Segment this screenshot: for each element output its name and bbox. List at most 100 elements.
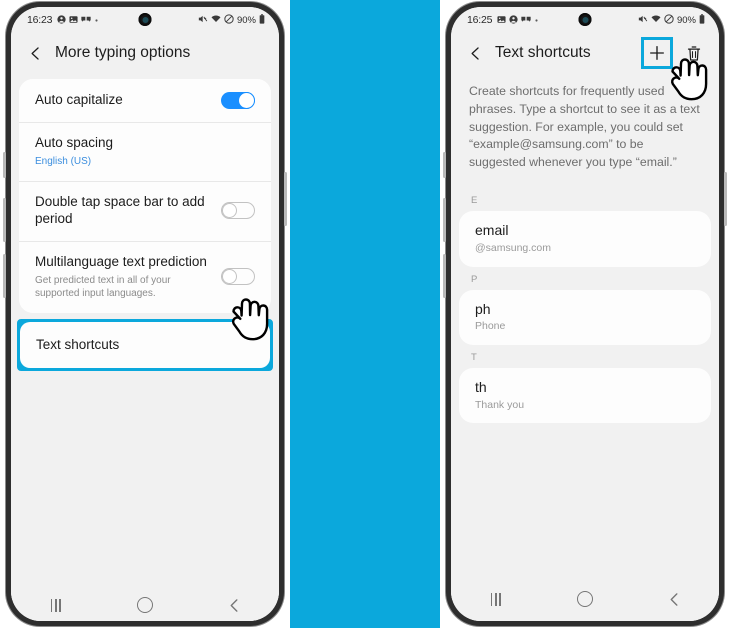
- shortcuts-description: Create shortcuts for frequently used phr…: [451, 73, 719, 189]
- app-bar-actions: [641, 37, 709, 69]
- do-not-disturb-icon: [224, 14, 234, 26]
- back-button[interactable]: [646, 584, 702, 614]
- setting-row-multilanguage-prediction[interactable]: Multilanguage text prediction Get predic…: [19, 240, 271, 313]
- phone-power-button: [284, 172, 287, 226]
- shortcut-expansion: @samsung.com: [475, 241, 552, 254]
- shortcut-item-email[interactable]: email @samsung.com: [459, 211, 711, 267]
- wifi-icon: [211, 14, 221, 26]
- wifi-icon: [651, 14, 661, 26]
- setting-title: Double tap space bar to add period: [35, 193, 205, 226]
- text-shortcuts-highlight-box: Text shortcuts: [17, 318, 273, 372]
- setting-title: Auto capitalize: [35, 92, 123, 108]
- dot-icon: [94, 16, 99, 25]
- back-icon: [670, 592, 678, 606]
- settings-card-group: Auto capitalize Auto spacing English (US…: [19, 79, 271, 313]
- home-icon: [576, 591, 593, 607]
- home-icon: [136, 597, 153, 613]
- setting-row-auto-spacing[interactable]: Auto spacing English (US): [19, 122, 271, 181]
- back-chevron-icon[interactable]: [25, 43, 45, 63]
- back-icon: [230, 598, 238, 612]
- battery-icon: [699, 14, 705, 26]
- section-header-e: E: [451, 188, 719, 212]
- status-time: 16:23: [27, 14, 53, 26]
- left-navigation-bar: [11, 583, 279, 621]
- right-app-bar: Text shortcuts: [451, 33, 719, 73]
- left-phone-frame: 16:23 90% More typing options Auto capit…: [3, 2, 287, 626]
- setting-row-double-tap-space[interactable]: Double tap space bar to add period: [19, 180, 271, 241]
- row-text: Text shortcuts: [36, 337, 254, 354]
- battery-percent-label: 90%: [676, 14, 696, 26]
- phone-volume-down-button: [3, 254, 6, 298]
- cyan-separator-band: [290, 0, 440, 628]
- setting-row-text-shortcuts[interactable]: Text shortcuts: [20, 321, 270, 369]
- shortcut-expansion: Thank you: [475, 398, 525, 411]
- person-circle-icon: [509, 14, 518, 26]
- battery-icon: [259, 14, 265, 26]
- shortcut-item-ph[interactable]: ph Phone: [459, 289, 711, 345]
- recents-button[interactable]: [468, 584, 524, 614]
- phone-side-button: [443, 152, 446, 178]
- setting-subtitle: English (US): [35, 155, 92, 167]
- section-header-t: T: [451, 344, 719, 368]
- phone-volume-up-button: [3, 198, 6, 242]
- shortcut-key: th: [475, 378, 487, 395]
- auto-capitalize-toggle[interactable]: [221, 92, 255, 109]
- mute-icon: [638, 14, 648, 26]
- trash-icon[interactable]: [683, 42, 705, 64]
- recents-button[interactable]: [28, 590, 84, 620]
- shortcut-item-th[interactable]: th Thank you: [459, 367, 711, 424]
- dual-message-icon: [521, 15, 531, 26]
- phone-power-button: [724, 172, 727, 226]
- status-bar-left-group: 16:23: [27, 14, 99, 26]
- front-camera-punch-hole: [138, 13, 152, 26]
- home-button[interactable]: [557, 584, 613, 614]
- page-title: More typing options: [55, 44, 191, 61]
- status-time: 16:25: [467, 14, 493, 26]
- left-phone-screen: 16:23 90% More typing options Auto capit…: [11, 7, 279, 621]
- front-camera-punch-hole: [578, 13, 592, 26]
- setting-subtitle: Get predicted text in all of your suppor…: [35, 274, 171, 299]
- person-circle-icon: [57, 14, 66, 26]
- right-navigation-bar: [451, 577, 719, 621]
- back-chevron-icon[interactable]: [465, 43, 485, 63]
- left-settings-content: Auto capitalize Auto spacing English (US…: [11, 79, 279, 621]
- phone-side-button: [3, 152, 6, 178]
- page-title: Text shortcuts: [495, 44, 591, 61]
- section-header-p: P: [451, 266, 719, 290]
- dot-icon: [534, 16, 539, 25]
- status-bar-left-group: 16:25: [467, 14, 539, 26]
- battery-percent-label: 90%: [236, 14, 256, 26]
- multilanguage-prediction-toggle[interactable]: [221, 268, 255, 286]
- recents-icon: [50, 598, 61, 612]
- do-not-disturb-icon: [664, 14, 674, 26]
- shortcut-expansion: Phone: [475, 320, 506, 333]
- left-app-bar: More typing options: [11, 33, 279, 73]
- double-tap-space-toggle[interactable]: [221, 202, 255, 220]
- status-bar-right-group: 90%: [198, 14, 265, 26]
- setting-title: Auto spacing: [35, 135, 114, 150]
- image-icon: [497, 15, 506, 26]
- mute-icon: [198, 14, 208, 26]
- setting-row-auto-capitalize[interactable]: Auto capitalize: [19, 79, 271, 122]
- dual-message-icon: [81, 15, 91, 26]
- row-text: Auto spacing English (US): [35, 135, 255, 168]
- right-status-bar: 16:25 90%: [451, 7, 719, 33]
- phone-volume-up-button: [443, 198, 446, 242]
- shortcut-key: ph: [475, 300, 491, 317]
- setting-title: Text shortcuts: [36, 336, 120, 352]
- plus-icon[interactable]: [646, 42, 668, 64]
- right-phone-frame: 16:25 90% Text shortcuts Create shortcut…: [443, 2, 727, 626]
- right-shortcuts-content: Create shortcuts for frequently used phr…: [451, 73, 719, 621]
- setting-title: Multilanguage text prediction: [35, 253, 207, 269]
- add-shortcut-highlight-box: [641, 37, 673, 69]
- screenshot-stage: 16:23 90% More typing options Auto capit…: [0, 0, 730, 628]
- left-status-bar: 16:23 90%: [11, 7, 279, 33]
- right-phone-screen: 16:25 90% Text shortcuts Create shortcut…: [451, 7, 719, 621]
- home-button[interactable]: [117, 590, 173, 620]
- back-button[interactable]: [206, 590, 262, 620]
- row-text: Multilanguage text prediction Get predic…: [35, 254, 221, 300]
- recents-icon: [490, 592, 501, 606]
- shortcut-key: email: [475, 222, 509, 239]
- status-bar-right-group: 90%: [638, 14, 705, 26]
- phone-volume-down-button: [443, 254, 446, 298]
